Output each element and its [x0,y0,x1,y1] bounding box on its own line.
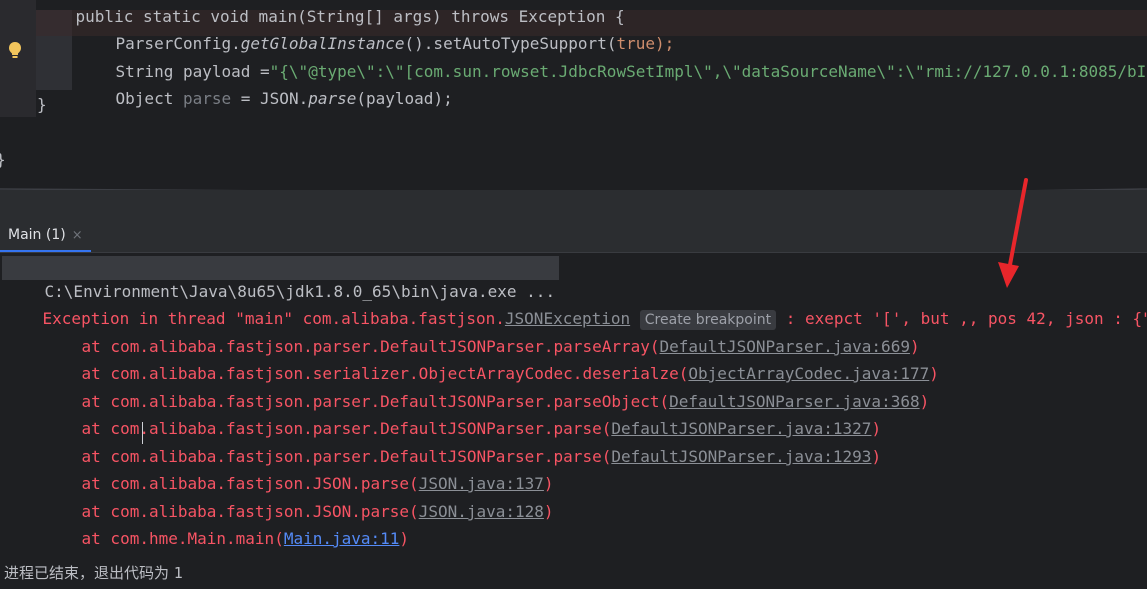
text-caret [142,422,143,444]
source-link[interactable]: JSON.java:128 [419,502,544,521]
exception-line: Exception in thread "main" com.alibaba.f… [42,309,1147,330]
stack-frame: at com.hme.Main.main(Main.java:11) [81,529,410,548]
lightbulb-icon[interactable] [8,41,22,59]
stack-frame: at com.alibaba.fastjson.serializer.Objec… [81,364,939,383]
tab-label: Main (1) [8,227,66,243]
source-link[interactable]: DefaultJSONParser.java:1293 [611,447,871,466]
source-link[interactable]: Main.java:11 [284,529,400,548]
stack-frame: at com.alibaba.fastjson.parser.DefaultJS… [81,419,882,438]
stack-frame: at com.alibaba.fastjson.JSON.parse(JSON.… [81,502,554,521]
tab-main-run[interactable]: Main (1) × [0,220,91,252]
run-tab-bar: Main (1) × [0,220,1147,253]
stack-frame: at com.alibaba.fastjson.parser.DefaultJS… [81,392,930,411]
process-exit-message: 进程已结束，退出代码为 1 [4,564,183,582]
stack-frame: at com.alibaba.fastjson.parser.DefaultJS… [81,337,920,356]
stack-frame: at com.alibaba.fastjson.parser.DefaultJS… [81,447,882,466]
close-icon[interactable]: × [72,228,83,243]
stack-frame: at com.alibaba.fastjson.JSON.parse(JSON.… [81,474,554,493]
editor-boundary-shadow [0,183,1147,190]
code-editor[interactable]: public static void main(String[] args) t… [0,0,1147,190]
code-line-3[interactable]: Object parse = JSON.parse(payload); [77,66,453,132]
closing-brace-class: } [0,150,6,169]
closing-brace-method: } [37,95,47,114]
java-command-line[interactable]: C:\Environment\Java\8u65\jdk1.8.0_65\bin… [2,256,560,301]
